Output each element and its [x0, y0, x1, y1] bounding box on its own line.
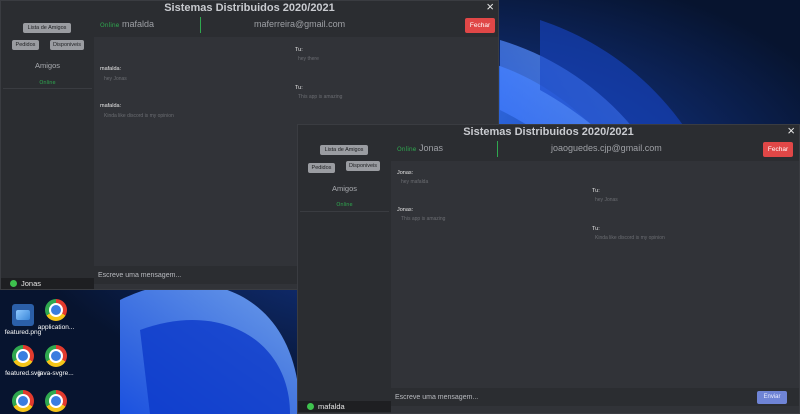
window-title: Sistemas Distribuidos 2020/2021: [164, 2, 335, 14]
message-sender: Tu:: [592, 188, 600, 194]
message-text: hey there: [298, 56, 319, 62]
disponiveis-button[interactable]: Disponiveis: [50, 40, 84, 50]
fechar-button[interactable]: Fechar: [465, 18, 495, 33]
disponiveis-button[interactable]: Disponiveis: [346, 161, 380, 171]
message-sender: Tu:: [295, 85, 303, 91]
message-text: This app is amazing: [298, 94, 343, 100]
message-text: This app is amazing: [401, 216, 446, 222]
enviar-button[interactable]: Enviar: [757, 391, 787, 404]
message-sender: mafalda:: [100, 66, 122, 72]
message-sender: Tu:: [295, 47, 303, 53]
pedidos-button[interactable]: Pedidos: [12, 40, 39, 50]
fechar-button[interactable]: Fechar: [763, 142, 793, 157]
header-divider: [497, 141, 498, 157]
desktop-icon-label: application...: [37, 324, 75, 331]
current-user-name: mafalda: [318, 402, 345, 411]
png-file-icon: [12, 304, 34, 326]
friend-online-status[interactable]: Online: [298, 202, 391, 208]
chrome-icon: [45, 390, 67, 412]
current-user-name: Jonas: [21, 279, 42, 288]
chat-panel: Online Jonas joaoguedes.cjp@gmail.com Fe…: [391, 139, 799, 413]
desktop-icon-application[interactable]: application...: [33, 299, 79, 331]
online-dot-icon: [307, 403, 314, 410]
message-text: hey Jonas: [104, 76, 127, 82]
window-title-bar: Sistemas Distribuidos 2020/2021 ×: [298, 125, 799, 139]
message-text: Kinda like discord is my opinion: [595, 235, 665, 241]
contact-email: maferreira@gmail.com: [254, 19, 346, 29]
chrome-icon: [12, 345, 34, 367]
contact-name: Jonas: [419, 143, 444, 153]
sidebar-divider: [3, 88, 92, 89]
header-divider: [200, 17, 201, 33]
chat-header: Online mafalda maferreira@gmail.com Fech…: [94, 15, 498, 37]
current-user-badge: mafalda: [298, 401, 391, 412]
chrome-icon: [45, 345, 67, 367]
contact-email: joaoguedes.cjp@gmail.com: [551, 143, 662, 153]
message-sender: mafalda:: [100, 103, 122, 109]
desktop-icon-label: java-svgre...: [38, 370, 74, 377]
sidebar: Lista de Amigos Pedidos Disponiveis Amig…: [1, 15, 94, 289]
lista-de-amigos-button[interactable]: Lista de Amigos: [23, 23, 71, 33]
chrome-icon: [45, 299, 67, 321]
message-text: Kinda like discord is my opinion: [104, 113, 174, 119]
window-title-bar: Sistemas Distribuidos 2020/2021 ×: [1, 1, 498, 15]
window-title: Sistemas Distribuidos 2020/2021: [463, 126, 634, 138]
contact-name: mafalda: [122, 19, 155, 29]
message-sender: Jonas:: [397, 170, 414, 176]
current-user-badge: Jonas: [1, 278, 94, 289]
desktop-icon-chrome[interactable]: [33, 390, 79, 414]
message-text: hey Jonas: [595, 197, 618, 203]
friend-online-status[interactable]: Online: [1, 80, 94, 86]
message-input[interactable]: [395, 391, 695, 403]
compose-bar: Enviar: [391, 388, 799, 406]
pedidos-button[interactable]: Pedidos: [308, 163, 335, 173]
message-sender: Tu:: [592, 226, 600, 232]
sidebar: Lista de Amigos Pedidos Disponiveis Amig…: [298, 139, 391, 413]
contact-status: Online: [100, 22, 120, 29]
sidebar-divider: [300, 211, 389, 212]
lista-de-amigos-button[interactable]: Lista de Amigos: [320, 145, 368, 155]
message-text: hey mafalda: [401, 179, 429, 185]
close-icon[interactable]: ×: [486, 1, 494, 14]
amigos-heading: Amigos: [34, 61, 60, 70]
chat-window-mafalda: Sistemas Distribuidos 2020/2021 × Lista …: [297, 124, 800, 414]
chat-header: Online Jonas joaoguedes.cjp@gmail.com Fe…: [391, 139, 799, 161]
amigos-heading: Amigos: [331, 184, 357, 193]
message-sender: Jonas:: [397, 207, 414, 213]
contact-status: Online: [397, 146, 417, 153]
desktop-icon-java-svgre[interactable]: java-svgre...: [33, 345, 79, 377]
chrome-icon: [12, 390, 34, 412]
online-dot-icon: [10, 280, 17, 287]
close-icon[interactable]: ×: [787, 125, 795, 138]
